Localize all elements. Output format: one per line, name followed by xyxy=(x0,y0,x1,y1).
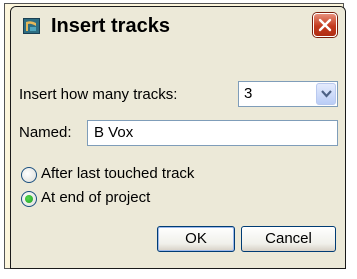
dialog-title: Insert tracks xyxy=(51,15,170,37)
radio-label[interactable]: At end of project xyxy=(41,189,150,206)
close-icon xyxy=(318,18,332,32)
track-count-value: 3 xyxy=(244,85,253,102)
track-name-value: B Vox xyxy=(94,124,134,141)
title-bar[interactable]: Insert tracks xyxy=(11,7,345,43)
ok-button[interactable]: OK xyxy=(157,226,235,252)
track-name-input[interactable]: B Vox xyxy=(87,120,338,146)
radio-button[interactable] xyxy=(21,191,37,207)
radio-button[interactable] xyxy=(21,167,37,183)
insert-tracks-dialog: Insert tracks Insert how many tracks: 3 … xyxy=(10,6,346,269)
close-button[interactable] xyxy=(313,13,337,37)
cancel-button[interactable]: Cancel xyxy=(241,226,336,252)
track-count-combo[interactable]: 3 xyxy=(238,81,338,107)
chevron-down-icon xyxy=(321,90,332,98)
track-count-label: Insert how many tracks: xyxy=(19,86,178,103)
dropdown-button[interactable] xyxy=(316,83,336,105)
radio-selected-dot xyxy=(25,195,33,203)
radio-label[interactable]: After last touched track xyxy=(41,165,194,182)
named-label: Named: xyxy=(19,124,72,141)
app-icon xyxy=(23,18,40,34)
